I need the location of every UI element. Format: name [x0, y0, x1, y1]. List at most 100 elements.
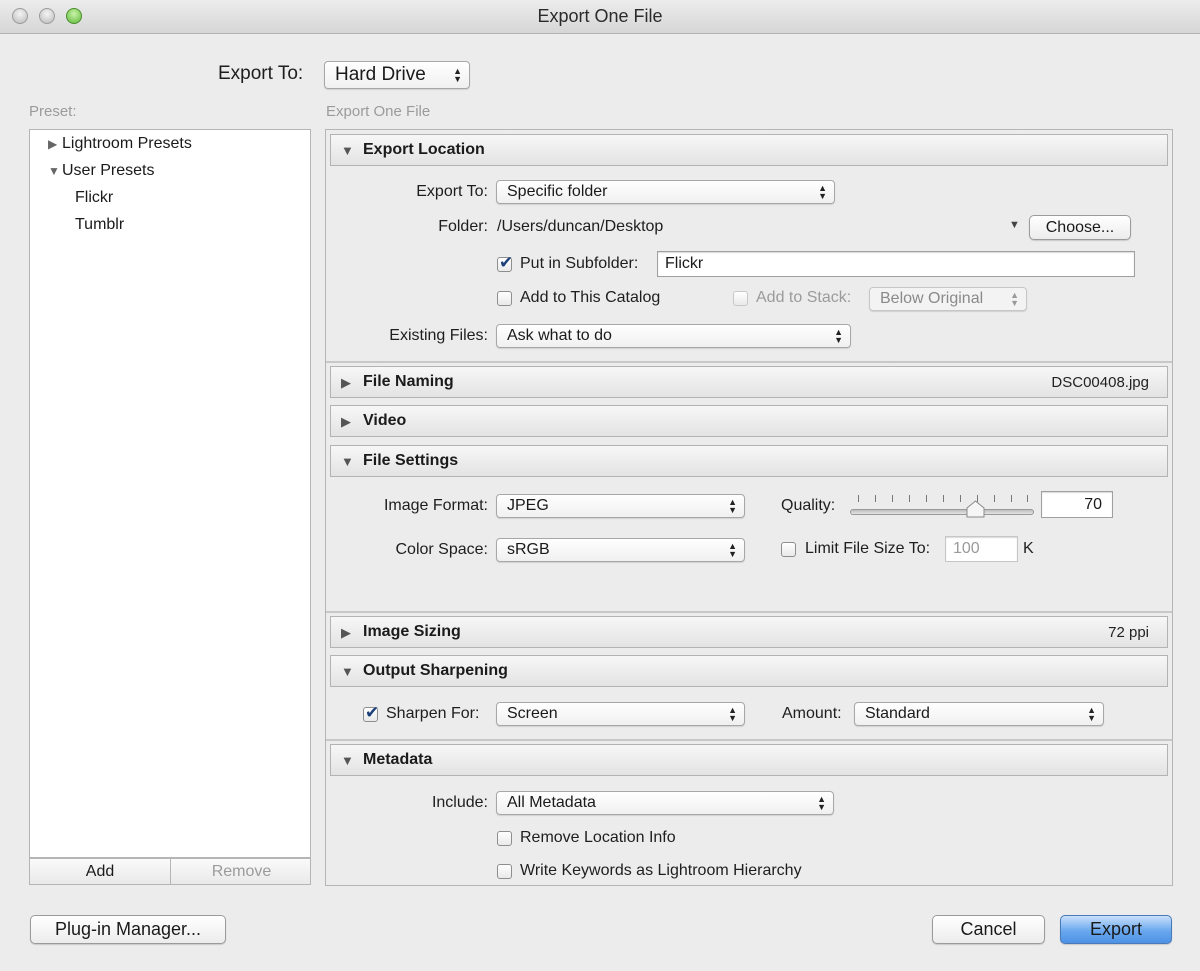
remove-location-checkbox[interactable] — [497, 831, 512, 846]
preset-folder-user[interactable]: ▼ User Presets — [48, 162, 154, 180]
select-value: All Metadata — [507, 794, 596, 811]
section-title: Metadata — [363, 751, 433, 768]
location-export-to-label: Export To: — [416, 183, 488, 200]
preset-folder-label: User Presets — [62, 162, 155, 179]
select-value: Screen — [507, 705, 558, 722]
add-to-stack-checkbox[interactable] — [733, 291, 748, 306]
include-label: Include: — [431, 794, 488, 811]
remove-preset-button[interactable]: Remove — [171, 859, 312, 884]
folder-path: /Users/duncan/Desktop — [497, 218, 664, 235]
disclosure-down-icon: ▼ — [341, 664, 354, 679]
export-button[interactable]: Export — [1060, 915, 1172, 944]
divider — [326, 739, 1172, 741]
section-file-settings-header[interactable]: ▼ File Settings — [330, 445, 1168, 477]
disclosure-right-icon[interactable]: ▶ — [48, 137, 62, 151]
slider-tick — [943, 495, 944, 502]
disclosure-down-icon[interactable]: ▼ — [48, 164, 62, 178]
slider-tick — [875, 495, 876, 502]
disclosure-down-icon: ▼ — [341, 753, 354, 768]
section-summary: 72 ppi — [1108, 624, 1149, 641]
add-to-stack-label: Add to Stack: — [756, 289, 852, 306]
section-title: Output Sharpening — [363, 662, 508, 679]
put-in-subfolder-checkbox[interactable] — [497, 253, 513, 273]
put-in-subfolder-label: Put in Subfolder: — [520, 255, 639, 272]
location-export-to-select[interactable]: Specific folder ▲ ▼ — [496, 180, 835, 204]
folder-history-dropdown-icon[interactable]: ▼ — [1009, 219, 1020, 231]
preset-item-flickr[interactable]: Flickr — [75, 189, 113, 207]
preset-label: Preset: — [29, 103, 77, 120]
write-keywords-checkbox[interactable] — [497, 864, 512, 879]
slider-tick — [994, 495, 995, 502]
select-value: Below Original — [880, 290, 984, 307]
sharpen-for-select[interactable]: Screen ▲ ▼ — [496, 702, 745, 726]
disclosure-right-icon: ▶ — [341, 625, 351, 640]
section-output-sharpening-header[interactable]: ▼ Output Sharpening — [330, 655, 1168, 687]
section-export-location-header[interactable]: ▼ Export Location — [330, 134, 1168, 166]
remove-location-label: Remove Location Info — [520, 829, 676, 846]
slider-tick — [858, 495, 859, 502]
quality-input[interactable]: 70 — [1041, 491, 1113, 518]
section-title: Export Location — [363, 141, 485, 158]
up-down-arrows-icon: ▲ ▼ — [728, 541, 737, 559]
up-down-arrows-icon: ▲ ▼ — [817, 794, 826, 812]
panel-heading: Export One File — [326, 103, 431, 120]
stack-position-select[interactable]: Below Original ▲ ▼ — [869, 287, 1027, 311]
up-down-arrows-icon: ▲ ▼ — [1010, 290, 1019, 308]
disclosure-down-icon: ▼ — [341, 143, 354, 158]
cancel-button[interactable]: Cancel — [932, 915, 1045, 944]
file-size-limit-input[interactable]: 100 — [945, 536, 1018, 562]
color-space-label: Color Space: — [395, 541, 489, 558]
export-to-value: Hard Drive — [335, 64, 426, 85]
divider — [326, 361, 1172, 363]
folder-label: Folder: — [438, 218, 488, 235]
slider-tick — [1011, 495, 1012, 502]
add-preset-button[interactable]: Add — [30, 859, 171, 884]
input-value: 100 — [953, 540, 980, 557]
slider-tick — [892, 495, 893, 502]
input-value: 70 — [1084, 495, 1102, 513]
disclosure-right-icon: ▶ — [341, 414, 351, 429]
preset-item-tumblr[interactable]: Tumblr — [75, 216, 124, 234]
preset-folder-lightroom[interactable]: ▶ Lightroom Presets — [48, 135, 192, 153]
slider-tick — [1027, 495, 1028, 502]
image-format-label: Image Format: — [383, 497, 488, 514]
section-metadata-header[interactable]: ▼ Metadata — [330, 744, 1168, 776]
quality-slider-knob[interactable] — [966, 500, 985, 518]
select-value: sRGB — [507, 541, 550, 558]
choose-folder-button[interactable]: Choose... — [1029, 215, 1131, 240]
up-down-arrows-icon: ▲ ▼ — [1087, 705, 1096, 723]
existing-files-select[interactable]: Ask what to do ▲ ▼ — [496, 324, 851, 348]
quality-slider-track[interactable] — [850, 509, 1034, 515]
add-to-catalog-checkbox[interactable] — [497, 291, 512, 306]
add-to-catalog-label: Add to This Catalog — [520, 289, 661, 306]
up-down-arrows-icon: ▲ ▼ — [818, 183, 827, 201]
slider-tick — [960, 495, 961, 502]
select-value: Standard — [865, 705, 930, 722]
sharpen-for-checkbox[interactable] — [363, 703, 379, 723]
select-value: Ask what to do — [507, 327, 612, 344]
subfolder-name-input[interactable]: Flickr — [657, 251, 1135, 277]
sharpen-for-label: Sharpen For: — [386, 705, 480, 722]
color-space-select[interactable]: sRGB ▲ ▼ — [496, 538, 745, 562]
section-file-naming-header[interactable]: ▶ File Naming DSC00408.jpg — [330, 366, 1168, 398]
disclosure-down-icon: ▼ — [341, 454, 354, 469]
file-size-unit: K — [1023, 540, 1034, 557]
image-format-select[interactable]: JPEG ▲ ▼ — [496, 494, 745, 518]
slider-tick — [909, 495, 910, 502]
limit-file-size-label: Limit File Size To: — [805, 540, 931, 557]
quality-label: Quality: — [781, 497, 836, 514]
up-down-arrows-icon: ▲ ▼ — [453, 66, 462, 84]
section-video-header[interactable]: ▶ Video — [330, 405, 1168, 437]
limit-file-size-checkbox[interactable] — [781, 542, 796, 557]
plugin-manager-button[interactable]: Plug-in Manager... — [30, 915, 226, 944]
write-keywords-label: Write Keywords as Lightroom Hierarchy — [520, 862, 802, 879]
sharpening-amount-select[interactable]: Standard ▲ ▼ — [854, 702, 1104, 726]
export-to-select[interactable]: Hard Drive ▲ ▼ — [324, 61, 470, 89]
preset-list: ▶ Lightroom Presets ▼ User Presets Flickr … — [29, 129, 311, 858]
select-value: JPEG — [507, 497, 549, 514]
export-to-label: Export To: — [218, 63, 304, 84]
select-value: Specific folder — [507, 183, 608, 200]
divider — [326, 611, 1172, 613]
section-image-sizing-header[interactable]: ▶ Image Sizing 72 ppi — [330, 616, 1168, 648]
metadata-include-select[interactable]: All Metadata ▲ ▼ — [496, 791, 834, 815]
